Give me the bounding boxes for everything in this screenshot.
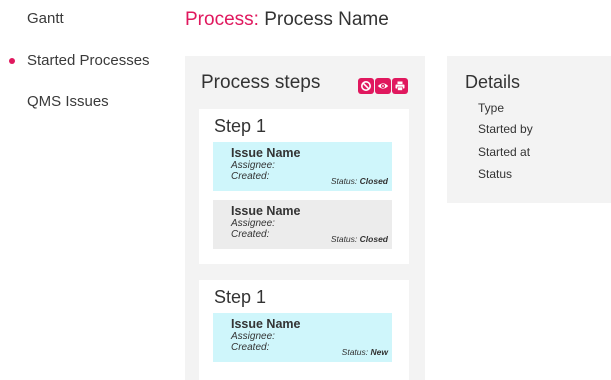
step-card: Step 1 Issue Name Assignee: Created: Sta… [199, 280, 409, 380]
page-title-prefix: Process: [185, 9, 259, 30]
issue-assignee-label: Assignee: [231, 160, 275, 171]
issue-status-label: Status: [330, 176, 358, 186]
issue-status-value: New [370, 347, 388, 357]
issue-card[interactable]: Issue Name Assignee: Created: Status: Cl… [213, 200, 392, 249]
issue-card[interactable]: Issue Name Assignee: Created: Status: Cl… [213, 142, 392, 191]
details-heading: Details [465, 72, 521, 92]
eye-icon[interactable] [375, 78, 391, 94]
printer-icon[interactable] [392, 78, 408, 94]
details-panel: Details Type Started by Started at Statu… [447, 56, 611, 203]
issue-status-label: Status: [341, 347, 369, 357]
process-steps-actions [358, 78, 408, 94]
issue-name: Issue Name [231, 146, 301, 160]
issue-created-label: Created: [231, 342, 270, 353]
issue-status-value: Closed [359, 176, 388, 186]
details-field-status: Status [478, 167, 513, 181]
block-icon[interactable] [358, 78, 374, 94]
issue-status: Status: Closed [331, 234, 388, 244]
step-card: Step 1 Issue Name Assignee: Created: Sta… [199, 109, 409, 264]
step-title: Step 1 [214, 116, 267, 136]
details-field-started-by: Started by [478, 122, 533, 136]
page-title: Process: Process Name [185, 9, 389, 31]
step-title: Step 1 [214, 287, 267, 307]
issue-status: Status: New [342, 347, 388, 357]
page-title-process-name: Process Name [264, 9, 389, 30]
process-steps-panel: Process steps Step 1 Issue Name Assignee… [185, 56, 425, 380]
issue-card[interactable]: Issue Name Assignee: Created: Status: Ne… [213, 313, 392, 362]
page: Gantt Started Processes QMS Issues Proce… [0, 0, 611, 380]
issue-assignee-label: Assignee: [231, 218, 275, 229]
details-field-started-at: Started at [478, 145, 531, 159]
issue-name: Issue Name [231, 317, 301, 331]
sidebar-item-qms-issues[interactable]: QMS Issues [27, 93, 109, 110]
sidebar-item-started-processes[interactable]: Started Processes [9, 52, 150, 69]
issue-status-value: Closed [359, 234, 388, 244]
issue-created-label: Created: [231, 229, 270, 240]
issue-status: Status: Closed [331, 176, 388, 186]
process-steps-heading: Process steps [201, 72, 321, 93]
issue-status-label: Status: [330, 234, 358, 244]
sidebar: Gantt Started Processes QMS Issues [0, 0, 175, 380]
issue-assignee-label: Assignee: [231, 331, 275, 342]
sidebar-item-gantt[interactable]: Gantt [27, 10, 64, 27]
issue-created-label: Created: [231, 171, 270, 182]
issue-name: Issue Name [231, 204, 301, 218]
details-field-type: Type [478, 101, 505, 115]
